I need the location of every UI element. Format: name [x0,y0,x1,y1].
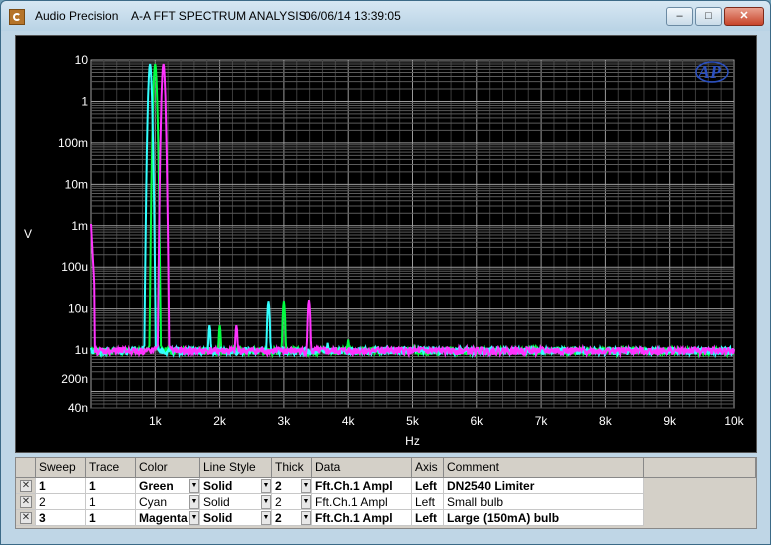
dropdown-arrow-icon[interactable]: ▼ [189,479,199,493]
y-tick-label: 200n [61,372,88,386]
dropdown-arrow-icon[interactable]: ▼ [301,495,311,509]
close-button[interactable]: ✕ [724,7,764,26]
window-app-name: Audio Precision [35,9,119,23]
cell-data[interactable]: Fft.Ch.1 Ampl [312,478,412,494]
minimize-button[interactable]: – [666,7,693,26]
cell-axis[interactable]: Left [412,510,444,526]
cell-sweep[interactable]: 3 [36,510,86,526]
y-tick-label: 40n [68,401,88,415]
y-tick-label: 1u [75,343,88,357]
audio-precision-app-icon[interactable] [9,9,25,25]
x-tick-label: 3k [278,414,292,428]
x-tick-label: 4k [342,414,356,428]
y-axis-label: V [24,227,32,241]
table-header-corner [16,458,36,478]
dropdown-arrow-icon[interactable]: ▼ [189,495,199,509]
cell-data[interactable]: Fft.Ch.1 Ampl [312,494,412,510]
column-header-color[interactable]: Color [136,458,200,478]
dropdown-arrow-icon[interactable]: ▼ [261,511,271,525]
column-header-thick[interactable]: Thick [272,458,312,478]
row-filler [644,510,756,526]
column-header-comment[interactable]: Comment [444,458,644,478]
window-document-title: A-A FFT SPECTRUM ANALYSIS [131,9,307,23]
cell-trace[interactable]: 1 [86,510,136,526]
column-header-axis[interactable]: Axis [412,458,444,478]
y-tick-label: 100m [58,136,88,150]
y-tick-label: 10m [65,177,88,191]
cell-axis[interactable]: Left [412,478,444,494]
column-header-data[interactable]: Data [312,458,412,478]
dropdown-arrow-icon[interactable]: ▼ [261,479,271,493]
minimize-icon: – [676,10,683,22]
x-axis-label: Hz [405,434,420,448]
y-tick-label: 1m [71,219,88,233]
dropdown-arrow-icon[interactable]: ▼ [301,479,311,493]
cell-comment[interactable]: Small bulb [444,494,644,510]
fft-spectrum-plot[interactable]: 1k 2k 3k 4k 5k 6k 7k 8k 9k 10k 10 1 100m 10m 1m 100u 10u… [15,35,757,453]
y-tick-label: 10u [68,302,88,316]
row-enable-checkbox[interactable]: ✕ [20,496,32,508]
maximize-button[interactable]: □ [695,7,722,26]
x-tick-label: 10k [724,414,744,428]
cell-comment[interactable]: DN2540 Limiter [444,478,644,494]
x-tick-label: 2k [213,414,227,428]
dropdown-arrow-icon[interactable]: ▼ [301,511,311,525]
sweep-table[interactable]: Sweep Trace Color Line Style Thick Data Axis Co… [15,457,757,529]
cell-sweep[interactable]: 2 [36,494,86,510]
row-filler [644,494,756,510]
column-header-trace[interactable]: Trace [86,458,136,478]
x-tick-label: 8k [599,414,613,428]
y-tick-label: 10 [75,53,89,67]
x-tick-label: 5k [406,414,420,428]
fft-chart-svg[interactable]: 1k 2k 3k 4k 5k 6k 7k 8k 9k 10k 10 1 100m 10m 1m 100u 10u… [16,36,756,452]
x-tick-label: 7k [535,414,549,428]
column-header-line-style[interactable]: Line Style [200,458,272,478]
app-window: Audio Precision A-A FFT SPECTRUM ANALYSI… [0,0,771,545]
dropdown-arrow-icon[interactable]: ▼ [261,495,271,509]
window-timestamp: 06/06/14 13:39:05 [304,9,401,23]
cell-sweep[interactable]: 1 [36,478,86,494]
column-header-sweep[interactable]: Sweep [36,458,86,478]
row-enable-checkbox[interactable]: ✕ [20,480,32,492]
cell-trace[interactable]: 1 [86,478,136,494]
title-bar[interactable]: Audio Precision A-A FFT SPECTRUM ANALYSI… [1,1,770,31]
row-filler [644,478,756,494]
x-tick-label: 6k [470,414,484,428]
cell-data[interactable]: Fft.Ch.1 Ampl [312,510,412,526]
close-icon: ✕ [739,10,749,22]
cell-comment[interactable]: Large (150mA) bulb [444,510,644,526]
cell-axis[interactable]: Left [412,494,444,510]
table-header-filler [644,458,756,478]
table-empty-area [16,526,756,528]
x-tick-label: 1k [149,414,163,428]
y-tick-label: 1 [81,94,88,108]
maximize-icon: □ [705,10,712,22]
y-tick-label: 100u [61,260,88,274]
x-tick-label: 9k [663,414,677,428]
row-enable-checkbox[interactable]: ✕ [20,512,32,524]
dropdown-arrow-icon[interactable]: ▼ [189,511,199,525]
cell-trace[interactable]: 1 [86,494,136,510]
